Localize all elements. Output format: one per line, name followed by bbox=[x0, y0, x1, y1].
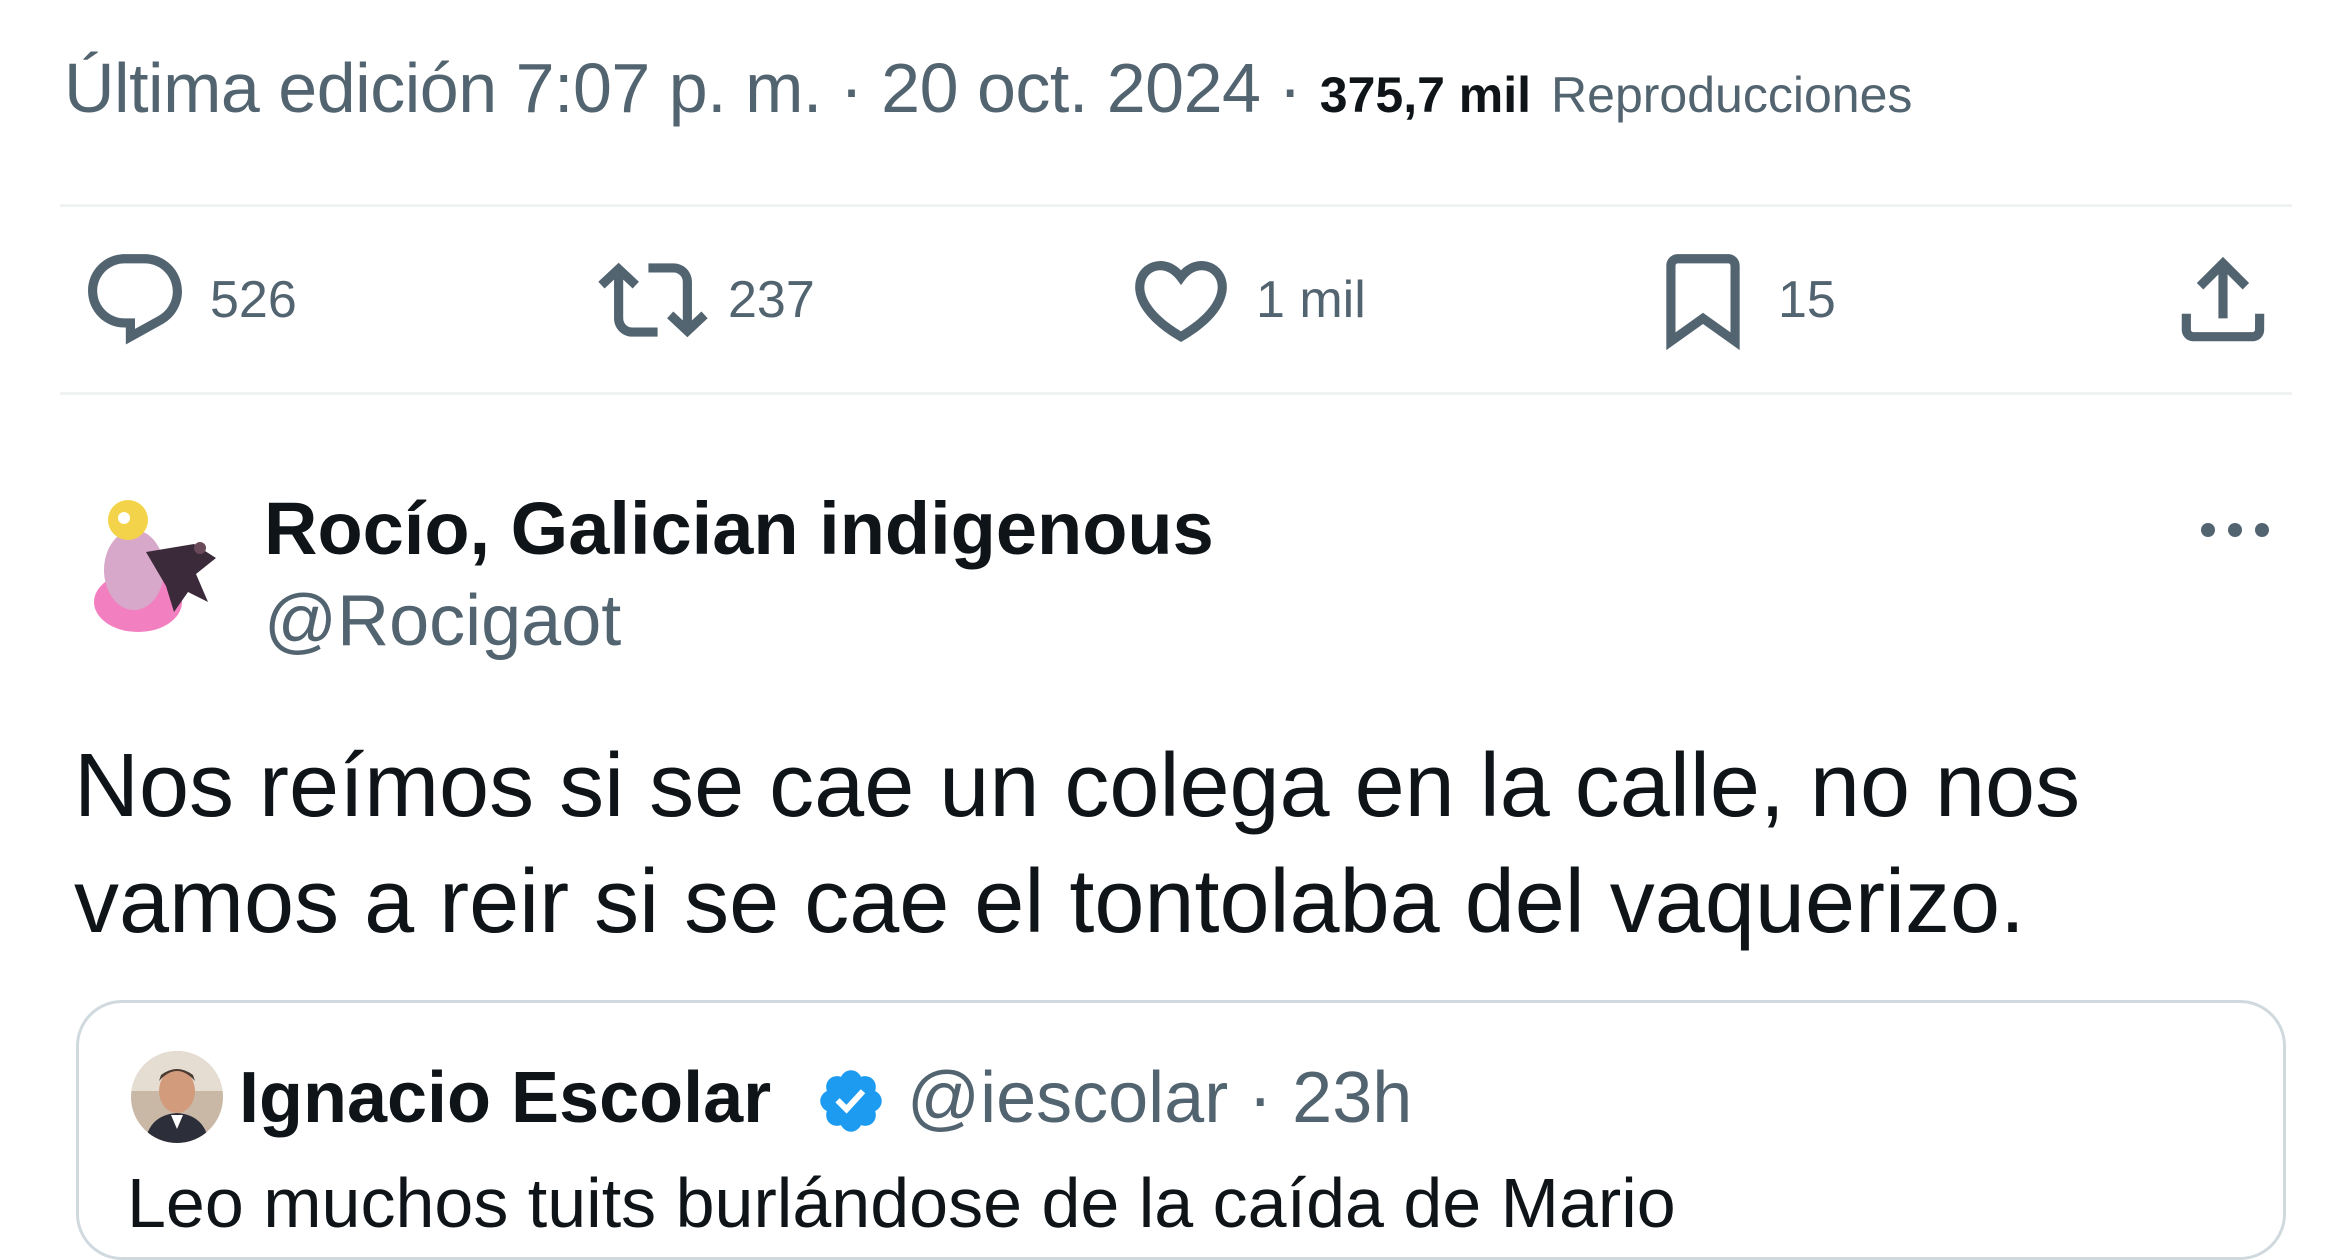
share-icon bbox=[2181, 256, 2265, 342]
tweet-meta: Última edición 7:07 p. m. · 20 oct. 2024… bbox=[64, 48, 1912, 138]
retweet-count: 237 bbox=[728, 271, 815, 329]
retweet-icon bbox=[598, 262, 708, 338]
quoted-user-avatar bbox=[131, 1051, 223, 1143]
retweet-button[interactable]: 237 bbox=[598, 240, 815, 360]
more-icon bbox=[2201, 523, 2269, 537]
user-handle[interactable]: @Rocigaot bbox=[264, 580, 621, 662]
user-display-name[interactable]: Rocío, Galician indigenous bbox=[264, 486, 1214, 571]
like-button[interactable]: 1 mil bbox=[1126, 240, 1366, 360]
more-options-button[interactable] bbox=[2190, 500, 2280, 560]
separator: · bbox=[839, 49, 864, 127]
heart-icon bbox=[1135, 261, 1227, 342]
tweet-text-line: vamos a reir si se cae el tontolaba del … bbox=[74, 852, 2026, 952]
views-count: 375,7 mil bbox=[1319, 67, 1532, 123]
tweet-date[interactable]: 20 oct. 2024 bbox=[881, 48, 1261, 128]
user-avatar[interactable] bbox=[76, 482, 236, 642]
views-label: Reproducciones bbox=[1551, 67, 1913, 123]
divider bbox=[60, 392, 2292, 395]
bookmark-icon bbox=[1666, 254, 1740, 351]
avatar-image bbox=[76, 482, 236, 642]
separator: · bbox=[1278, 49, 1302, 127]
share-button[interactable] bbox=[2168, 240, 2278, 360]
divider bbox=[60, 204, 2292, 207]
reply-icon bbox=[88, 254, 182, 345]
verified-icon bbox=[820, 1070, 882, 1132]
verified-badge bbox=[815, 1065, 887, 1137]
quoted-text: Leo muchos tuits burlándose de la caída … bbox=[127, 1164, 1676, 1242]
edited-timestamp[interactable]: Última edición 7:07 p. m. bbox=[64, 48, 822, 128]
like-count: 1 mil bbox=[1256, 271, 1366, 329]
tweet-text: Nos reímos si se cae un colega en la cal… bbox=[74, 728, 2274, 960]
bookmark-button[interactable]: 15 bbox=[1648, 240, 1836, 360]
quoted-user-name: Ignacio Escolar bbox=[239, 1058, 772, 1138]
quoted-handle-time: @iescolar · 23h bbox=[907, 1058, 1413, 1138]
quoted-avatar-image bbox=[131, 1051, 223, 1143]
reply-button[interactable]: 526 bbox=[80, 240, 297, 360]
bookmark-count: 15 bbox=[1778, 271, 1836, 329]
reply-count: 526 bbox=[210, 271, 297, 329]
tweet-text-line: Nos reímos si se cae un colega en la cal… bbox=[74, 736, 2081, 836]
quoted-tweet[interactable]: Ignacio Escolar @iescolar · 23h Leo much… bbox=[76, 1000, 2286, 1260]
